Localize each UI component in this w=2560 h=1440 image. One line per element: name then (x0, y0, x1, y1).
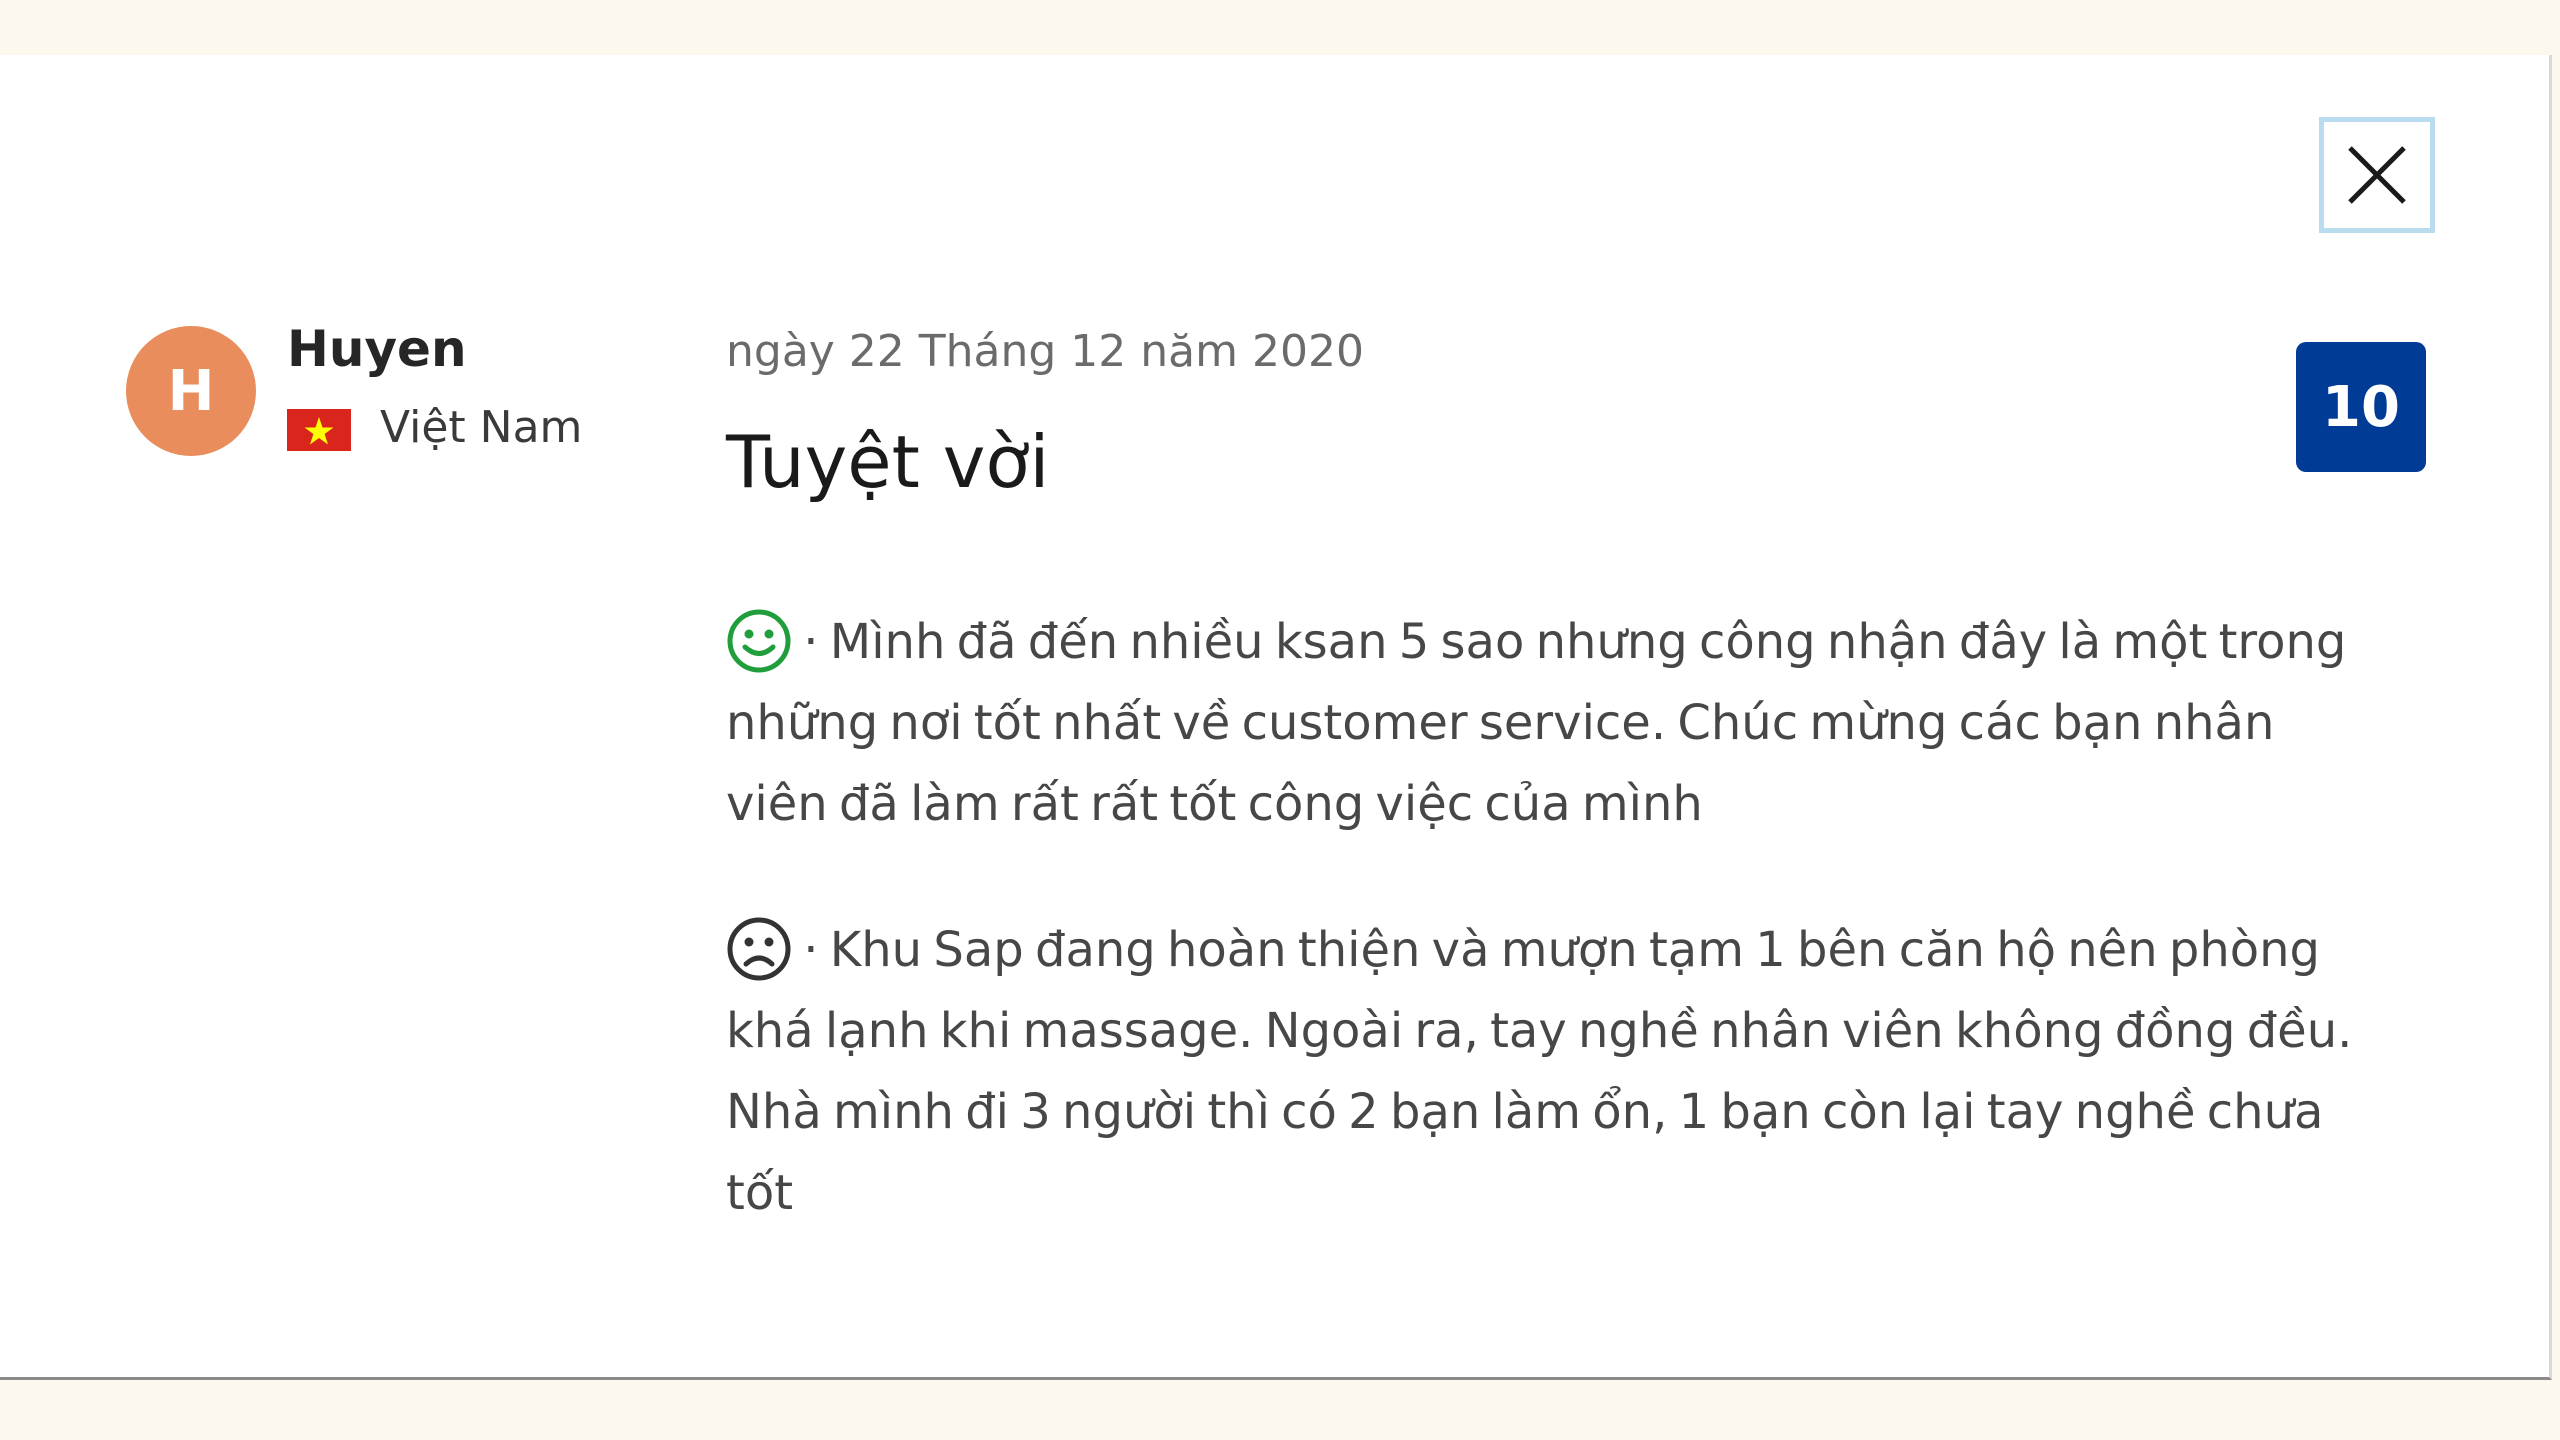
close-button[interactable] (2319, 117, 2435, 233)
avatar: H (126, 326, 256, 456)
smiley-face-icon (727, 609, 791, 673)
sad-face-icon (727, 917, 791, 981)
negative-review: · Khu Sap đang hoàn thiện và mượn tạm 1 … (726, 910, 2386, 1234)
positive-review-text: · Mình đã đến nhiều ksan 5 sao nhưng côn… (726, 614, 2347, 832)
avatar-initial: H (167, 358, 215, 424)
positive-review: · Mình đã đến nhiều ksan 5 sao nhưng côn… (726, 602, 2386, 845)
negative-review-text: · Khu Sap đang hoàn thiện và mượn tạm 1 … (726, 922, 2353, 1221)
reviewer-name: Huyen (287, 320, 467, 378)
review-date: ngày 22 Tháng 12 năm 2020 (726, 326, 1364, 377)
reviewer-country: Việt Nam (380, 402, 583, 453)
review-title: Tuyệt vời (726, 420, 1050, 504)
page: H Huyen Việt Nam ngày 22 Tháng 12 năm 20… (0, 0, 2560, 1440)
close-icon (2348, 146, 2406, 204)
vietnam-flag-icon (287, 409, 351, 451)
score-badge: 10 (2296, 342, 2426, 472)
score-value: 10 (2322, 374, 2400, 440)
